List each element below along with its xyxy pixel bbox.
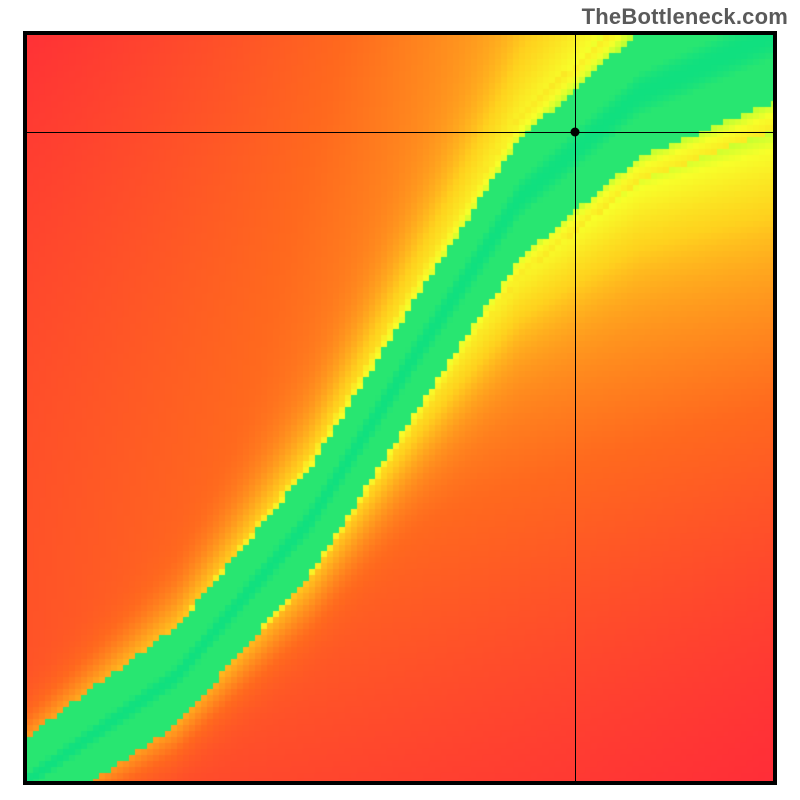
- watermark-text: TheBottleneck.com: [582, 4, 788, 30]
- crosshair-horizontal: [27, 132, 773, 133]
- heatmap-canvas: [27, 35, 773, 781]
- data-point-marker: [571, 127, 580, 136]
- crosshair-vertical: [575, 35, 576, 781]
- heatmap-plot: [23, 31, 777, 785]
